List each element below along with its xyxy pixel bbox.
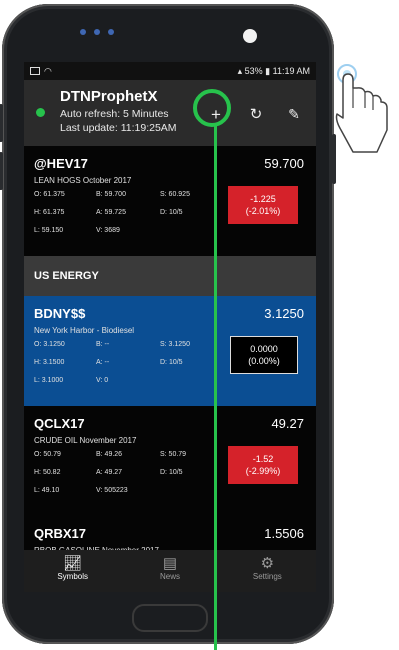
clock: 11:19 AM	[272, 65, 310, 76]
quote-description: LEAN HOGS October 2017	[34, 176, 132, 185]
tab-symbols[interactable]: 📈︎ Symbols	[24, 550, 121, 592]
change-value: -1.225	[250, 194, 276, 204]
auto-refresh-text: Auto refresh: 5 Minutes	[60, 108, 169, 120]
volume-value: V: 0	[96, 377, 109, 384]
bid-value: B: 49.26	[96, 451, 123, 458]
chart-icon: 📈︎	[63, 555, 83, 572]
bid-value: B: --	[96, 341, 110, 348]
date-value: D: 10/5	[160, 209, 183, 216]
image-notification-icon	[30, 67, 40, 75]
battery-icon: ▮	[265, 65, 271, 76]
tab-news[interactable]: ▤ News	[121, 550, 218, 592]
sensor-dots	[80, 29, 114, 35]
volume-up-button	[0, 104, 3, 142]
change-value: 0.0000	[250, 344, 278, 354]
volume-value: V: 3689	[96, 227, 120, 234]
section-header: US ENERGY	[24, 256, 316, 296]
home-button[interactable]	[132, 604, 208, 632]
low-value: L: 3.1000	[34, 377, 64, 384]
tab-label: Symbols	[57, 572, 88, 581]
change-percent: (-2.99%)	[245, 466, 281, 476]
quote-symbol: BDNY$$	[34, 306, 86, 321]
high-value: H: 50.82	[34, 469, 61, 476]
quote-price: 59.700	[264, 156, 304, 171]
last-update-text: Last update: 11:19:25AM	[60, 122, 177, 134]
pencil-icon[interactable]: ✎	[284, 106, 304, 123]
volume-down-button	[0, 152, 3, 190]
ask-value: A: 49.27	[96, 469, 123, 476]
bottom-navigation: 📈︎ Symbols ▤ News ⚙ Settings	[24, 550, 316, 592]
change-value: -1.52	[252, 454, 274, 464]
front-camera	[243, 29, 257, 43]
high-value: H: 61.375	[34, 209, 65, 216]
tab-settings[interactable]: ⚙ Settings	[219, 550, 316, 592]
gear-icon: ⚙	[260, 555, 275, 572]
volume-value: V: 505223	[96, 487, 128, 494]
quote-price: 49.27	[271, 416, 304, 431]
phone-screen: ◠ ▴ 53% ▮ 11:19 AM DTNProphetX Auto refr…	[24, 62, 316, 592]
quote-symbol: QCLX17	[34, 416, 85, 431]
wifi-icon: ◠	[44, 65, 52, 76]
change-badge: 0.0000 (0.00%)	[230, 336, 298, 374]
phone-frame: ◠ ▴ 53% ▮ 11:19 AM DTNProphetX Auto refr…	[0, 4, 336, 644]
date-value: D: 10/5	[160, 469, 183, 476]
quote-row-bdny[interactable]: BDNY$$ 3.1250 New York Harbor - Biodiese…	[24, 296, 316, 406]
status-bar: ◠ ▴ 53% ▮ 11:19 AM	[24, 62, 316, 80]
settle-value: S: 50.79	[160, 451, 187, 458]
battery-level: 53%	[244, 65, 263, 76]
ask-value: A: 59.725	[96, 209, 126, 216]
app-header: DTNProphetX Auto refresh: 5 Minutes Last…	[24, 80, 316, 146]
signal-icon: ▴	[237, 65, 243, 76]
bid-value: B: 59.700	[96, 191, 126, 198]
refresh-icon[interactable]: ↻	[246, 106, 266, 123]
quote-price: 3.1250	[264, 306, 304, 321]
quote-price: 1.5506	[264, 526, 304, 541]
quote-symbol: @HEV17	[34, 156, 88, 171]
quote-row-hev17[interactable]: @HEV17 59.700 LEAN HOGS October 2017 O: …	[24, 146, 316, 256]
open-value: O: 61.375	[34, 191, 65, 198]
change-badge: -1.225 (-2.01%)	[228, 186, 298, 224]
high-value: H: 3.1500	[34, 359, 65, 366]
change-badge: -1.52 (-2.99%)	[228, 446, 298, 484]
date-value: D: 10/5	[160, 359, 183, 366]
highlight-pointer-line	[214, 126, 217, 650]
tab-label: Settings	[252, 572, 282, 581]
low-value: L: 59.150	[34, 227, 64, 234]
quote-description: CRUDE OIL November 2017	[34, 436, 137, 445]
settle-value: S: 60.925	[160, 191, 190, 198]
app-title: DTNProphetX	[60, 88, 158, 105]
open-value: O: 50.79	[34, 451, 61, 458]
change-percent: (-2.01%)	[245, 206, 281, 216]
change-percent: (0.00%)	[248, 356, 280, 366]
connection-status-icon	[36, 108, 45, 117]
open-value: O: 3.1250	[34, 341, 65, 348]
quote-row-qclx17[interactable]: QCLX17 49.27 CRUDE OIL November 2017 O: …	[24, 406, 316, 516]
tap-gesture-icon	[335, 64, 388, 153]
low-value: L: 49.10	[34, 487, 60, 494]
quote-description: New York Harbor - Biodiesel	[34, 326, 135, 335]
tab-label: News	[159, 572, 180, 581]
settle-value: S: 3.1250	[160, 341, 190, 348]
highlight-circle	[193, 89, 231, 127]
quote-symbol: QRBX17	[34, 526, 87, 541]
newspaper-icon: ▤	[162, 555, 178, 572]
ask-value: A: --	[96, 359, 110, 366]
